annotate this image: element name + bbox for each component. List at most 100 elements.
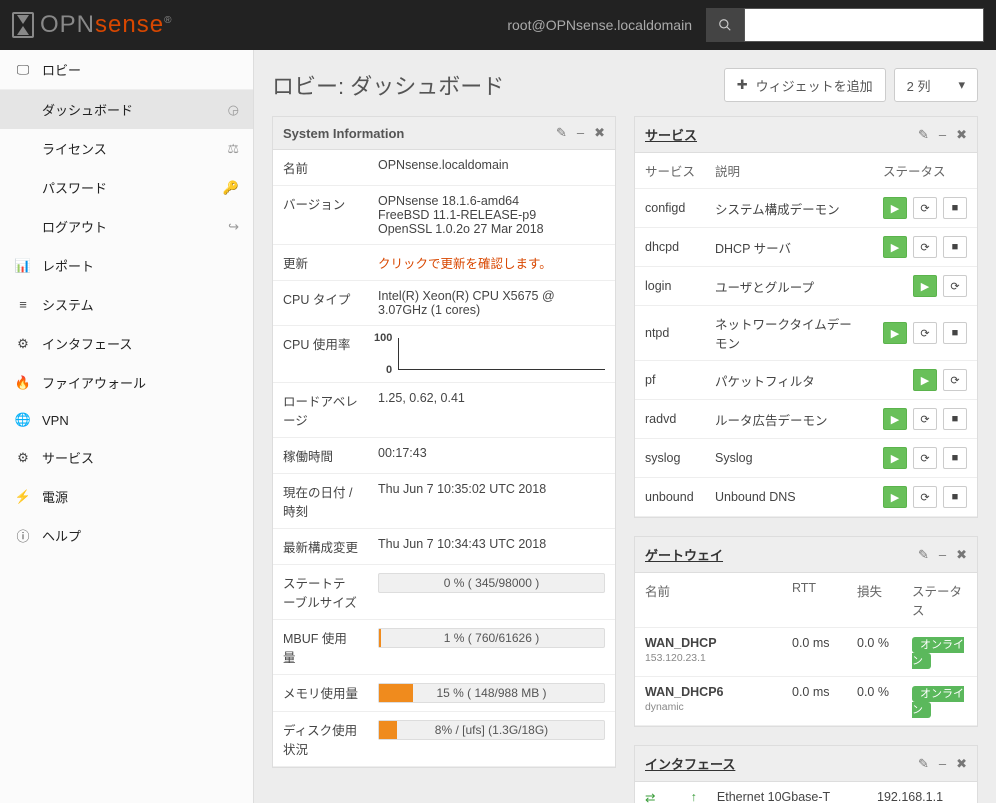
service-stop-button[interactable]: ■ xyxy=(943,322,967,344)
service-row: syslogSyslog▶⟳■ xyxy=(635,439,977,478)
pencil-icon[interactable]: ✎ xyxy=(918,127,929,143)
service-play-button[interactable]: ▶ xyxy=(883,486,907,508)
service-reload-button[interactable]: ⟳ xyxy=(913,322,937,344)
nav-icon: ⓘ xyxy=(14,526,32,545)
widget-title[interactable]: サービス xyxy=(645,125,697,144)
close-icon[interactable]: ✖ xyxy=(956,756,967,772)
svc-desc: ユーザとグループ xyxy=(705,267,873,306)
sidebar-item-VPN[interactable]: 🌐VPN xyxy=(0,402,253,438)
row-label: ディスク使用状況 xyxy=(273,712,368,767)
row-value: 1.25, 0.62, 0.41 xyxy=(368,383,615,438)
col-desc: 説明 xyxy=(705,153,873,189)
service-reload-button[interactable]: ⟳ xyxy=(943,369,967,391)
row-label: 更新 xyxy=(273,245,368,281)
add-widget-button[interactable]: ✚ウィジェットを追加 xyxy=(724,68,886,102)
pencil-icon[interactable]: ✎ xyxy=(918,756,929,772)
service-play-button[interactable]: ▶ xyxy=(883,408,907,430)
widget-system-information: System Information ✎–✖ 名前OPNsense.locald… xyxy=(272,116,616,768)
service-row: configdシステム構成デーモン▶⟳■ xyxy=(635,189,977,228)
service-stop-button[interactable]: ■ xyxy=(943,447,967,469)
row-value: OPNsense 18.1.6-amd64FreeBSD 11.1-RELEAS… xyxy=(368,186,615,245)
add-widget-label: ウィジェットを追加 xyxy=(756,76,873,95)
gateway-row: WAN_DHCP6dynamic0.0 ms0.0 %オンライン xyxy=(635,677,977,726)
nav-icon: ⚙ xyxy=(14,450,32,466)
gw-rtt: 0.0 ms xyxy=(782,628,847,677)
col-rtt: RTT xyxy=(782,573,847,628)
service-reload-button[interactable]: ⟳ xyxy=(913,447,937,469)
sidebar-sub-ダッシュボード[interactable]: ダッシュボード◶ xyxy=(0,90,253,129)
svc-name: pf xyxy=(635,361,705,400)
row-value: Intel(R) Xeon(R) CPU X5675 @ 3.07GHz (1 … xyxy=(368,281,615,326)
sidebar-label: VPN xyxy=(42,413,69,428)
sidebar-item-レポート[interactable]: 📊レポート xyxy=(0,246,253,285)
service-play-button[interactable]: ▶ xyxy=(883,322,907,344)
sidebar-item-ヘルプ[interactable]: ⓘヘルプ xyxy=(0,516,253,555)
pencil-icon[interactable]: ✎ xyxy=(918,547,929,563)
service-stop-button[interactable]: ■ xyxy=(943,408,967,430)
col-name: 名前 xyxy=(635,573,782,628)
sidebar-item-lobby[interactable]: 🖵ロビー xyxy=(0,50,253,90)
sidebar-item-サービス[interactable]: ⚙ サービス xyxy=(0,438,253,477)
svc-name: syslog xyxy=(635,439,705,478)
close-icon[interactable]: ✖ xyxy=(594,125,605,141)
service-row: radvdルータ広告デーモン▶⟳■ xyxy=(635,400,977,439)
sidebar-item-インタフェース[interactable]: ⚙インタフェース xyxy=(0,324,253,363)
service-play-button[interactable]: ▶ xyxy=(883,236,907,258)
service-reload-button[interactable]: ⟳ xyxy=(913,236,937,258)
interface-row: ⇄LAN↑Ethernet 10Gbase-T <full-duplex>192… xyxy=(635,782,977,803)
minimize-icon[interactable]: – xyxy=(939,756,946,772)
service-row: pfパケットフィルタ ▶ ⟳ xyxy=(635,361,977,400)
gw-name: WAN_DHCP6dynamic xyxy=(635,677,782,726)
topbar: OPNsense® root@OPNsense.localdomain xyxy=(0,0,996,50)
service-reload-button[interactable]: ⟳ xyxy=(913,408,937,430)
service-play-button[interactable]: ▶ xyxy=(913,369,937,391)
widget-title[interactable]: インタフェース xyxy=(645,754,735,773)
check-updates-link[interactable]: クリックで更新を確認します。 xyxy=(378,257,552,271)
sub-icon: ⚖ xyxy=(227,141,239,157)
service-reload-button[interactable]: ⟳ xyxy=(943,275,967,297)
row-value: OPNsense.localdomain xyxy=(368,150,615,186)
search-button[interactable] xyxy=(706,8,744,42)
service-stop-button[interactable]: ■ xyxy=(943,486,967,508)
pencil-icon[interactable]: ✎ xyxy=(556,125,567,141)
mbuf-bar: 1 % ( 760/61626 ) xyxy=(378,628,605,648)
logo[interactable]: OPNsense® xyxy=(12,11,172,39)
sidebar-item-ファイアウォール[interactable]: 🔥ファイアウォール xyxy=(0,363,253,402)
sidebar-label: ログアウト xyxy=(42,217,107,236)
minimize-icon[interactable]: – xyxy=(939,547,946,563)
service-play-button[interactable]: ▶ xyxy=(883,197,907,219)
search-input[interactable] xyxy=(744,8,984,42)
minimize-icon[interactable]: – xyxy=(577,125,584,141)
sidebar-sub-ログアウト[interactable]: ログアウト ↪ xyxy=(0,207,253,246)
sidebar-item-システム[interactable]: ≡システム xyxy=(0,285,253,324)
col-status: ステータス xyxy=(873,153,977,189)
sub-icon: ↪ xyxy=(228,219,239,235)
service-stop-button[interactable]: ■ xyxy=(943,197,967,219)
close-icon[interactable]: ✖ xyxy=(956,127,967,143)
row-label: CPU タイプ xyxy=(273,281,368,326)
widget-services: サービス ✎–✖ サービス説明ステータス configdシステム構成デーモン▶⟳… xyxy=(634,116,978,518)
col-service: サービス xyxy=(635,153,705,189)
iface-ip: 192.168.1.1 xyxy=(867,782,977,803)
arrow-up-icon: ↑ xyxy=(691,790,697,803)
columns-select[interactable]: 2 列 ▾ xyxy=(894,68,978,102)
user-label: root@OPNsense.localdomain xyxy=(493,17,706,33)
sidebar-sub-ライセンス[interactable]: ライセンス⚖ xyxy=(0,129,253,168)
chevron-down-icon: ▾ xyxy=(958,77,965,93)
close-icon[interactable]: ✖ xyxy=(956,547,967,563)
service-reload-button[interactable]: ⟳ xyxy=(913,486,937,508)
disk-bar: 8% / [ufs] (1.3G/18G) xyxy=(378,720,605,740)
sidebar-sub-パスワード[interactable]: パスワード🔑 xyxy=(0,168,253,207)
sidebar-label: サービス xyxy=(42,448,94,467)
service-reload-button[interactable]: ⟳ xyxy=(913,197,937,219)
service-play-button[interactable]: ▶ xyxy=(913,275,937,297)
service-stop-button[interactable]: ■ xyxy=(943,236,967,258)
svc-desc: パケットフィルタ xyxy=(705,361,873,400)
widget-title[interactable]: ゲートウェイ xyxy=(645,545,723,564)
service-play-button[interactable]: ▶ xyxy=(883,447,907,469)
columns-label: 2 列 xyxy=(907,76,931,95)
row-label: MBUF 使用量 xyxy=(273,620,368,675)
sidebar-item-電源[interactable]: ⚡電源 xyxy=(0,477,253,516)
minimize-icon[interactable]: – xyxy=(939,127,946,143)
sidebar-label: インタフェース xyxy=(42,334,132,353)
